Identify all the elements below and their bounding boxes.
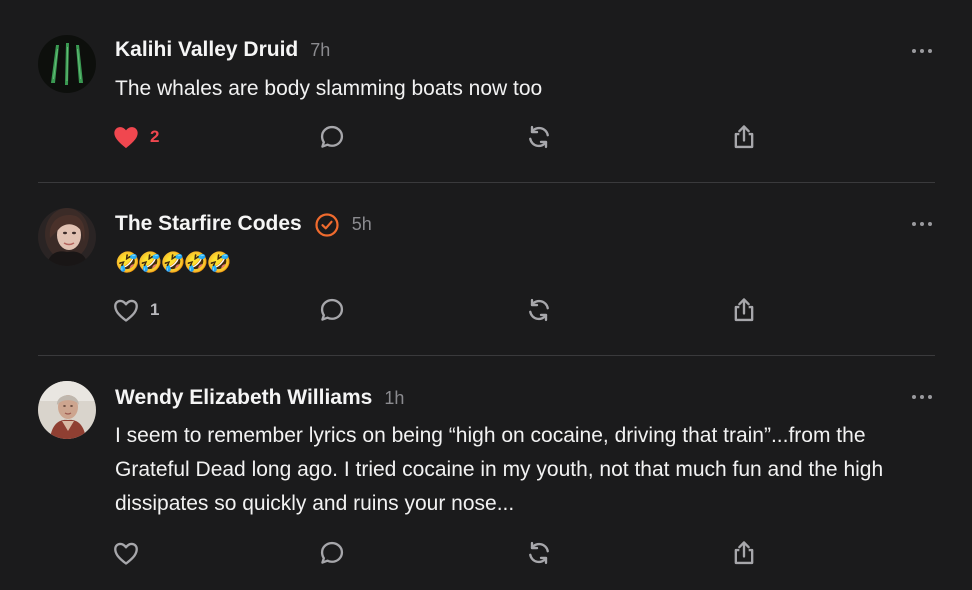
post-text: The whales are body slamming boats now t… bbox=[115, 77, 543, 100]
heart-icon bbox=[114, 127, 138, 149]
author-name[interactable]: The Starfire Codes bbox=[115, 212, 302, 236]
more-options-button[interactable] bbox=[910, 44, 934, 58]
verified-check-badge-icon bbox=[314, 212, 340, 238]
repost-button[interactable] bbox=[525, 538, 553, 568]
repost-button[interactable] bbox=[525, 295, 553, 325]
comment-feed: Kalihi Valley Druid 7h The whales are bo… bbox=[0, 0, 972, 590]
comment-bubble-icon bbox=[320, 298, 344, 321]
share-upload-icon bbox=[734, 125, 754, 149]
author-name[interactable]: Kalihi Valley Druid bbox=[115, 38, 298, 62]
ellipsis-icon bbox=[912, 49, 932, 53]
share-upload-icon bbox=[734, 298, 754, 322]
reply-button[interactable] bbox=[318, 295, 346, 325]
comment-bubble-icon bbox=[320, 541, 344, 564]
heart-icon bbox=[114, 542, 138, 565]
post-timestamp[interactable]: 5h bbox=[352, 214, 372, 235]
post-actions: 2 bbox=[112, 122, 772, 152]
ellipsis-icon bbox=[912, 222, 932, 226]
repost-arrows-icon bbox=[529, 298, 549, 322]
like-count: 1 bbox=[150, 300, 160, 319]
ellipsis-icon bbox=[912, 395, 932, 399]
post-header: The Starfire Codes 5h bbox=[115, 212, 372, 238]
like-count: 2 bbox=[150, 127, 160, 146]
author-avatar[interactable] bbox=[38, 208, 96, 266]
post-divider bbox=[38, 355, 935, 356]
share-button[interactable] bbox=[730, 538, 758, 568]
heart-icon bbox=[114, 299, 138, 322]
more-options-button[interactable] bbox=[910, 217, 934, 231]
post-timestamp[interactable]: 7h bbox=[310, 40, 330, 61]
share-button[interactable] bbox=[730, 295, 758, 325]
like-button[interactable]: 2 bbox=[112, 122, 159, 152]
like-button[interactable]: 1 bbox=[112, 295, 159, 325]
repost-arrows-icon bbox=[529, 541, 549, 565]
author-avatar[interactable] bbox=[38, 35, 96, 93]
post-actions: 1 bbox=[112, 295, 772, 325]
share-button[interactable] bbox=[730, 122, 758, 152]
like-button[interactable] bbox=[112, 538, 150, 568]
share-upload-icon bbox=[734, 541, 754, 565]
post-text: 🤣🤣🤣🤣🤣 bbox=[115, 252, 232, 274]
comment-bubble-icon bbox=[320, 125, 344, 148]
post-timestamp[interactable]: 1h bbox=[384, 388, 404, 409]
post-header: Wendy Elizabeth Williams 1h bbox=[115, 386, 404, 410]
reply-button[interactable] bbox=[318, 538, 346, 568]
author-name[interactable]: Wendy Elizabeth Williams bbox=[115, 386, 372, 410]
post-text: I seem to remember lyrics on being “high… bbox=[115, 424, 884, 515]
author-avatar[interactable] bbox=[38, 381, 96, 439]
repost-button[interactable] bbox=[525, 122, 553, 152]
more-options-button[interactable] bbox=[910, 390, 934, 404]
reply-button[interactable] bbox=[318, 122, 346, 152]
post-header: Kalihi Valley Druid 7h bbox=[115, 38, 330, 62]
post-actions bbox=[112, 538, 772, 568]
post-divider bbox=[38, 182, 935, 183]
repost-arrows-icon bbox=[529, 125, 549, 149]
